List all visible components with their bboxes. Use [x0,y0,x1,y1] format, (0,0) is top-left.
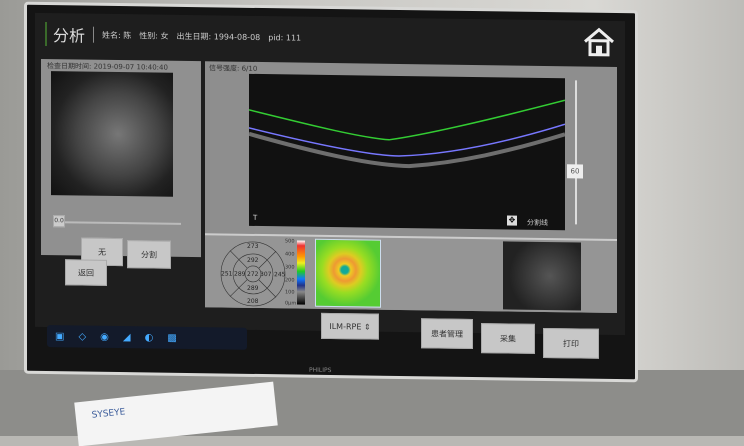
updown-icon: ⇕ [363,321,371,332]
segmentation-lines [249,99,565,169]
sector-right-outer: 245 [274,271,286,279]
segment-button[interactable]: 分割 [127,240,171,269]
fundus-panel: 检查日期时间: 2019-09-07 10:40:40 0.0 无 分割 [41,58,201,269]
thickness-panel: 273 292 251 289 272 307 245 289 208 500 … [205,233,617,313]
capture-button[interactable]: 采集 [481,323,535,354]
flicker-free-icon: ◢ [122,331,131,343]
slim-icon: ◐ [144,331,154,344]
monitor-feature-strip: ▣ ◇ ◉ ◢ ◐ ▩ [47,325,247,350]
scale-label: 300 [285,264,295,271]
scale-label: 100 [285,289,295,296]
patient-birthdate: 出生日期: 1994-08-08 [176,31,261,42]
eye-icon: ◉ [100,331,109,343]
fundus-thumbnail[interactable] [503,241,581,311]
fundus-image [51,71,173,197]
monitor-brand: PHILIPS [309,366,332,375]
fundus-slider-knob[interactable]: 0.0 [53,215,65,228]
divider [93,26,95,43]
thickness-color-scale [297,240,305,305]
smartimage-icon: ▩ [167,332,177,344]
header: 分析 姓名: 陈 性别: 女 出生日期: 1994-08-08 pid: 111 [35,13,625,63]
sector-bottom-inner: 289 [247,284,259,292]
segment-line-toggle[interactable]: 分割线 [527,218,548,228]
patient-gender: 性别: 女 [139,30,169,41]
sector-left-inner: 289 [234,270,246,278]
layer-select-value: ILM-RPE [329,321,362,331]
page-title: 分析 [45,22,86,47]
brochure-brand: SYSEYE [91,407,126,421]
patient-name: 姓名: 陈 [102,30,132,40]
ultra-wide-icon: ◇ [78,330,87,343]
app-screen: 分析 姓名: 陈 性别: 女 出生日期: 1994-08-08 pid: 111… [35,12,625,359]
home-icon[interactable] [583,27,615,57]
sector-top-outer: 273 [247,242,259,250]
oct-vertical-slider[interactable] [575,80,577,225]
thickness-map[interactable] [315,238,381,308]
fundus-slider-track[interactable] [61,221,181,225]
scale-label: 200 [285,277,295,284]
scale-label: 0μm [285,300,297,307]
sector-top-inner: 292 [247,256,259,264]
scale-label: 500 [285,238,295,245]
oct-slider-knob[interactable]: 60 [567,164,583,179]
sector-right-inner: 307 [260,271,272,279]
monitor: 分析 姓名: 陈 性别: 女 出生日期: 1994-08-08 pid: 111… [24,1,638,383]
oct-panel: 信号强度: 6/10 T ✥ 分割线 60 273 292 251 289 27… [205,61,617,313]
oct-bscan-image[interactable]: T ✥ 分割线 [249,73,565,231]
sector-bottom-outer: 208 [247,297,259,305]
move-icon[interactable]: ✥ [507,215,517,226]
print-button[interactable]: 打印 [543,327,599,359]
sector-center: 272 [247,270,259,278]
scan-direction-label: T [253,213,258,222]
sector-left-outer: 251 [221,270,233,278]
signal-strength: 信号强度: 6/10 [209,64,258,73]
layer-select[interactable]: ILM-RPE ⇕ [321,312,379,340]
back-button[interactable]: 返回 [65,259,107,286]
window-icon: ▣ [55,330,65,342]
patient-management-button[interactable]: 患者管理 [421,318,473,349]
scale-label: 400 [285,251,295,258]
patient-id: pid: 111 [268,32,302,43]
